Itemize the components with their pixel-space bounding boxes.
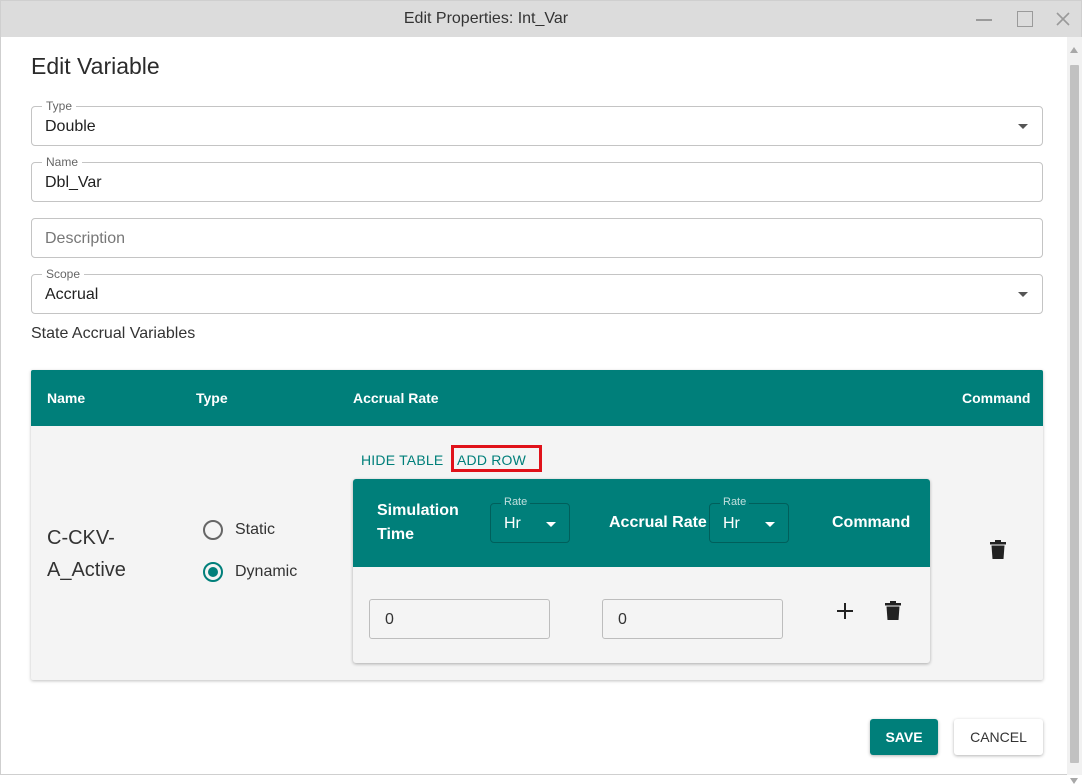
description-field[interactable]: Description — [31, 218, 1043, 258]
section-label: State Accrual Variables — [31, 325, 196, 342]
radio-dynamic[interactable]: Dynamic — [203, 562, 297, 582]
chevron-down-icon — [546, 522, 556, 527]
scope-label: Scope — [42, 267, 85, 281]
cancel-button[interactable]: CANCEL — [954, 719, 1043, 755]
radio-dynamic-label: Dynamic — [235, 563, 298, 580]
type-label: Type — [42, 99, 77, 113]
type-select[interactable]: Type Double — [31, 99, 1043, 146]
column-header-type: Type — [196, 390, 228, 406]
column-header-accrual-rate: Accrual Rate — [353, 390, 439, 406]
scroll-up-arrow-icon[interactable] — [1070, 47, 1078, 53]
name-field[interactable]: Name Dbl_Var — [31, 155, 1043, 202]
column-header-command: Command — [832, 514, 911, 531]
table-header: Name Type Accrual Rate Command — [31, 370, 1043, 426]
type-value: Double — [45, 118, 96, 135]
radio-static[interactable]: Static — [203, 520, 275, 540]
inner-table-header: Simulation Time Rate Hr Accrual Rate Rat… — [353, 479, 930, 567]
minimize-icon[interactable] — [973, 7, 997, 31]
window-titlebar[interactable]: Edit Properties: Int_Var — [1, 1, 1081, 37]
description-placeholder: Description — [45, 230, 126, 247]
accrual-rate-rate-select[interactable]: Rate Hr — [709, 496, 789, 543]
column-header-accrual-rate: Accrual Rate — [609, 514, 707, 531]
chevron-down-icon — [765, 522, 775, 527]
add-row-button[interactable]: ADD ROW — [457, 452, 526, 468]
variable-name: C-CKV- A_Active — [47, 527, 126, 581]
page-title: Edit Variable — [31, 53, 160, 79]
column-header-command: Command — [962, 390, 1031, 406]
window-title: Edit Properties: Int_Var — [403, 10, 569, 27]
radio-circle-icon[interactable] — [203, 520, 223, 540]
radio-static-label: Static — [235, 521, 276, 538]
chevron-down-icon — [1018, 292, 1028, 297]
name-label: Name — [42, 155, 83, 169]
vertical-scrollbar[interactable] — [1067, 37, 1082, 784]
accrual-rate-input[interactable]: 0 — [602, 599, 783, 639]
maximize-icon[interactable] — [1013, 7, 1037, 31]
radio-checked-icon[interactable] — [203, 562, 223, 582]
plus-icon[interactable] — [835, 601, 855, 621]
simulation-time-value: 0 — [385, 611, 394, 628]
name-value: Dbl_Var — [45, 174, 102, 191]
rate-label: Rate — [501, 496, 531, 509]
scroll-down-arrow-icon[interactable] — [1070, 778, 1078, 784]
trash-icon[interactable] — [989, 540, 1007, 560]
rate-value: Hr — [723, 515, 740, 532]
chevron-down-icon — [1018, 124, 1028, 129]
rate-value: Hr — [504, 515, 521, 532]
simulation-time-input[interactable]: 0 — [369, 599, 550, 639]
scope-value: Accrual — [45, 286, 99, 303]
scope-select[interactable]: Scope Accrual — [31, 267, 1043, 314]
close-icon[interactable] — [1051, 7, 1075, 31]
column-header-name: Name — [47, 390, 86, 406]
simulation-time-rate-select[interactable]: Rate Hr — [490, 496, 570, 543]
rate-label: Rate — [720, 496, 750, 509]
accrual-rate-value: 0 — [618, 611, 627, 628]
hide-table-button[interactable]: HIDE TABLE — [361, 452, 443, 468]
trash-icon[interactable] — [884, 601, 902, 621]
scrollbar-thumb[interactable] — [1070, 65, 1079, 763]
state-accrual-table: Name Type Accrual Rate Command C-CKV- A_A… — [31, 370, 1043, 680]
edit-properties-window: Edit Properties: Int_Var Edit Variable T… — [0, 0, 1082, 784]
save-button[interactable]: SAVE — [870, 719, 938, 755]
accrual-rate-table: Simulation Time Rate Hr Accrual Rate Rat… — [353, 479, 930, 663]
column-header-simulation-time: Simulation Time — [377, 502, 459, 543]
